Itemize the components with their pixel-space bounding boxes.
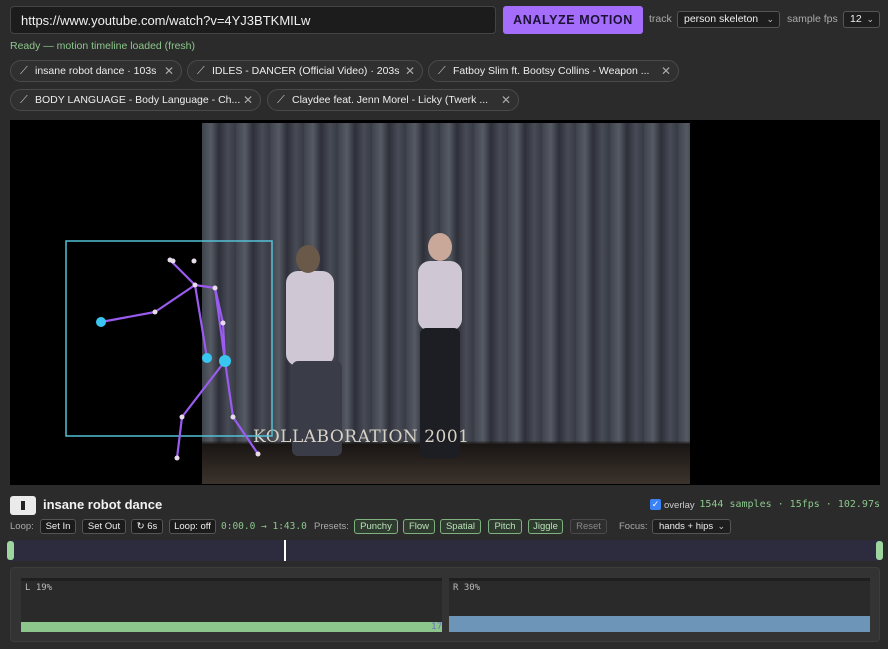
focus-select-value: hands + hips xyxy=(659,521,714,532)
preset-jiggle-button[interactable]: Jiggle xyxy=(528,519,563,534)
set-in-button[interactable]: Set In xyxy=(40,519,76,534)
focus-label: Focus: xyxy=(619,521,648,532)
video-player[interactable]: KOLLABORATION 2001 xyxy=(10,120,880,485)
bone-icon: ⟋ xyxy=(20,65,28,77)
loop-in-handle[interactable] xyxy=(7,541,14,560)
history-chip[interactable]: ⟋ insane robot dance · 103s ✕ xyxy=(10,60,182,82)
chip-label: BODY LANGUAGE - Body Language - Ch... xyxy=(35,94,241,106)
focus-select[interactable]: hands + hips ⌄ xyxy=(652,519,731,534)
bone-icon: ⟋ xyxy=(197,65,205,77)
pause-button[interactable] xyxy=(10,496,36,515)
loop-toggle-button[interactable]: Loop: off xyxy=(169,519,216,534)
track-title: insane robot dance xyxy=(43,497,163,512)
control-row: Loop: Set In Set Out ↻ 6s Loop: off 0:00… xyxy=(10,519,880,535)
history-chip[interactable]: ⟋ Claydee feat. Jenn Morel - Licky (Twer… xyxy=(267,89,519,111)
sample-stats: 1544 samples · 15fps · 102.97s xyxy=(699,499,880,510)
playhead[interactable] xyxy=(284,540,286,561)
presets-label: Presets: xyxy=(314,521,349,532)
left-meter-label: L 19% xyxy=(25,583,53,593)
right-meter-label: R 30% xyxy=(453,583,481,593)
timeline-track[interactable] xyxy=(7,540,883,561)
close-icon[interactable]: ✕ xyxy=(661,61,671,81)
preset-pitch-button[interactable]: Pitch xyxy=(488,519,522,534)
tracking-box xyxy=(65,240,273,437)
track-select[interactable]: person skeleton ⌄ xyxy=(677,11,780,28)
bone-icon: ⟋ xyxy=(277,94,285,106)
right-meter: R 30% xyxy=(449,578,870,632)
chip-label: Fatboy Slim ft. Bootsy Collins - Weapon … xyxy=(453,65,650,77)
motion-meters: L 19% 17 R 30% xyxy=(10,567,880,642)
left-meter: L 19% 17 xyxy=(21,578,442,632)
history-chip[interactable]: ⟋ Fatboy Slim ft. Bootsy Collins - Weapo… xyxy=(428,60,679,82)
left-meter-readout: 17 xyxy=(431,622,442,632)
track-select-value: person skeleton xyxy=(684,13,759,25)
history-chip[interactable]: ⟋ IDLES - DANCER (Official Video) · 203s… xyxy=(187,60,423,82)
loop-range: 0:00.0 → 1:43.0 xyxy=(221,521,307,532)
skeleton-overlay xyxy=(65,240,273,461)
track-label: track xyxy=(649,13,672,25)
playback-bar: insane robot dance ✓ overlay 1544 sample… xyxy=(10,496,880,516)
pause-icon xyxy=(21,501,25,510)
hand-hip-markers xyxy=(96,317,231,367)
fps-label: sample fps xyxy=(787,13,838,25)
chip-label: Claydee feat. Jenn Morel - Licky (Twerk … xyxy=(292,94,489,106)
right-meter-fill xyxy=(449,616,870,632)
fps-select[interactable]: 12 ⌄ xyxy=(843,11,880,28)
skeleton-lines xyxy=(100,259,259,459)
top-bar: ANALYZE MOTION track person skeleton ⌄ s… xyxy=(10,6,880,34)
fps-select-value: 12 xyxy=(850,13,862,25)
close-icon[interactable]: ✕ xyxy=(243,90,253,110)
status-text: Ready — motion timeline loaded (fresh) xyxy=(10,40,196,52)
reset-button[interactable]: Reset xyxy=(570,519,607,534)
chevron-down-icon: ⌄ xyxy=(717,521,725,531)
history-chip[interactable]: ⟋ BODY LANGUAGE - Body Language - Ch... … xyxy=(10,89,261,111)
close-icon[interactable]: ✕ xyxy=(405,61,415,81)
url-input[interactable] xyxy=(10,6,496,34)
loop-out-handle[interactable] xyxy=(876,541,883,560)
analyze-motion-button[interactable]: ANALYZE MOTION xyxy=(503,6,643,34)
close-icon[interactable]: ✕ xyxy=(501,90,511,110)
overlay-label: overlay xyxy=(664,500,695,511)
bone-icon: ⟋ xyxy=(438,65,446,77)
loop-6s-button[interactable]: ↻ 6s xyxy=(131,519,163,534)
overlay-checkbox[interactable]: ✓ xyxy=(650,499,661,510)
chip-label: IDLES - DANCER (Official Video) · 203s xyxy=(212,65,400,77)
left-meter-fill xyxy=(21,622,442,632)
preset-flow-button[interactable]: Flow xyxy=(403,519,435,534)
chevron-down-icon: ⌄ xyxy=(866,14,874,24)
loop-label: Loop: xyxy=(10,521,34,532)
bone-icon: ⟋ xyxy=(20,94,28,106)
chip-label: insane robot dance · 103s xyxy=(35,65,157,77)
close-icon[interactable]: ✕ xyxy=(164,61,174,81)
chevron-down-icon: ⌄ xyxy=(766,14,774,24)
preset-spatial-button[interactable]: Spatial xyxy=(440,519,481,534)
preset-punchy-button[interactable]: Punchy xyxy=(354,519,398,534)
set-out-button[interactable]: Set Out xyxy=(82,519,126,534)
